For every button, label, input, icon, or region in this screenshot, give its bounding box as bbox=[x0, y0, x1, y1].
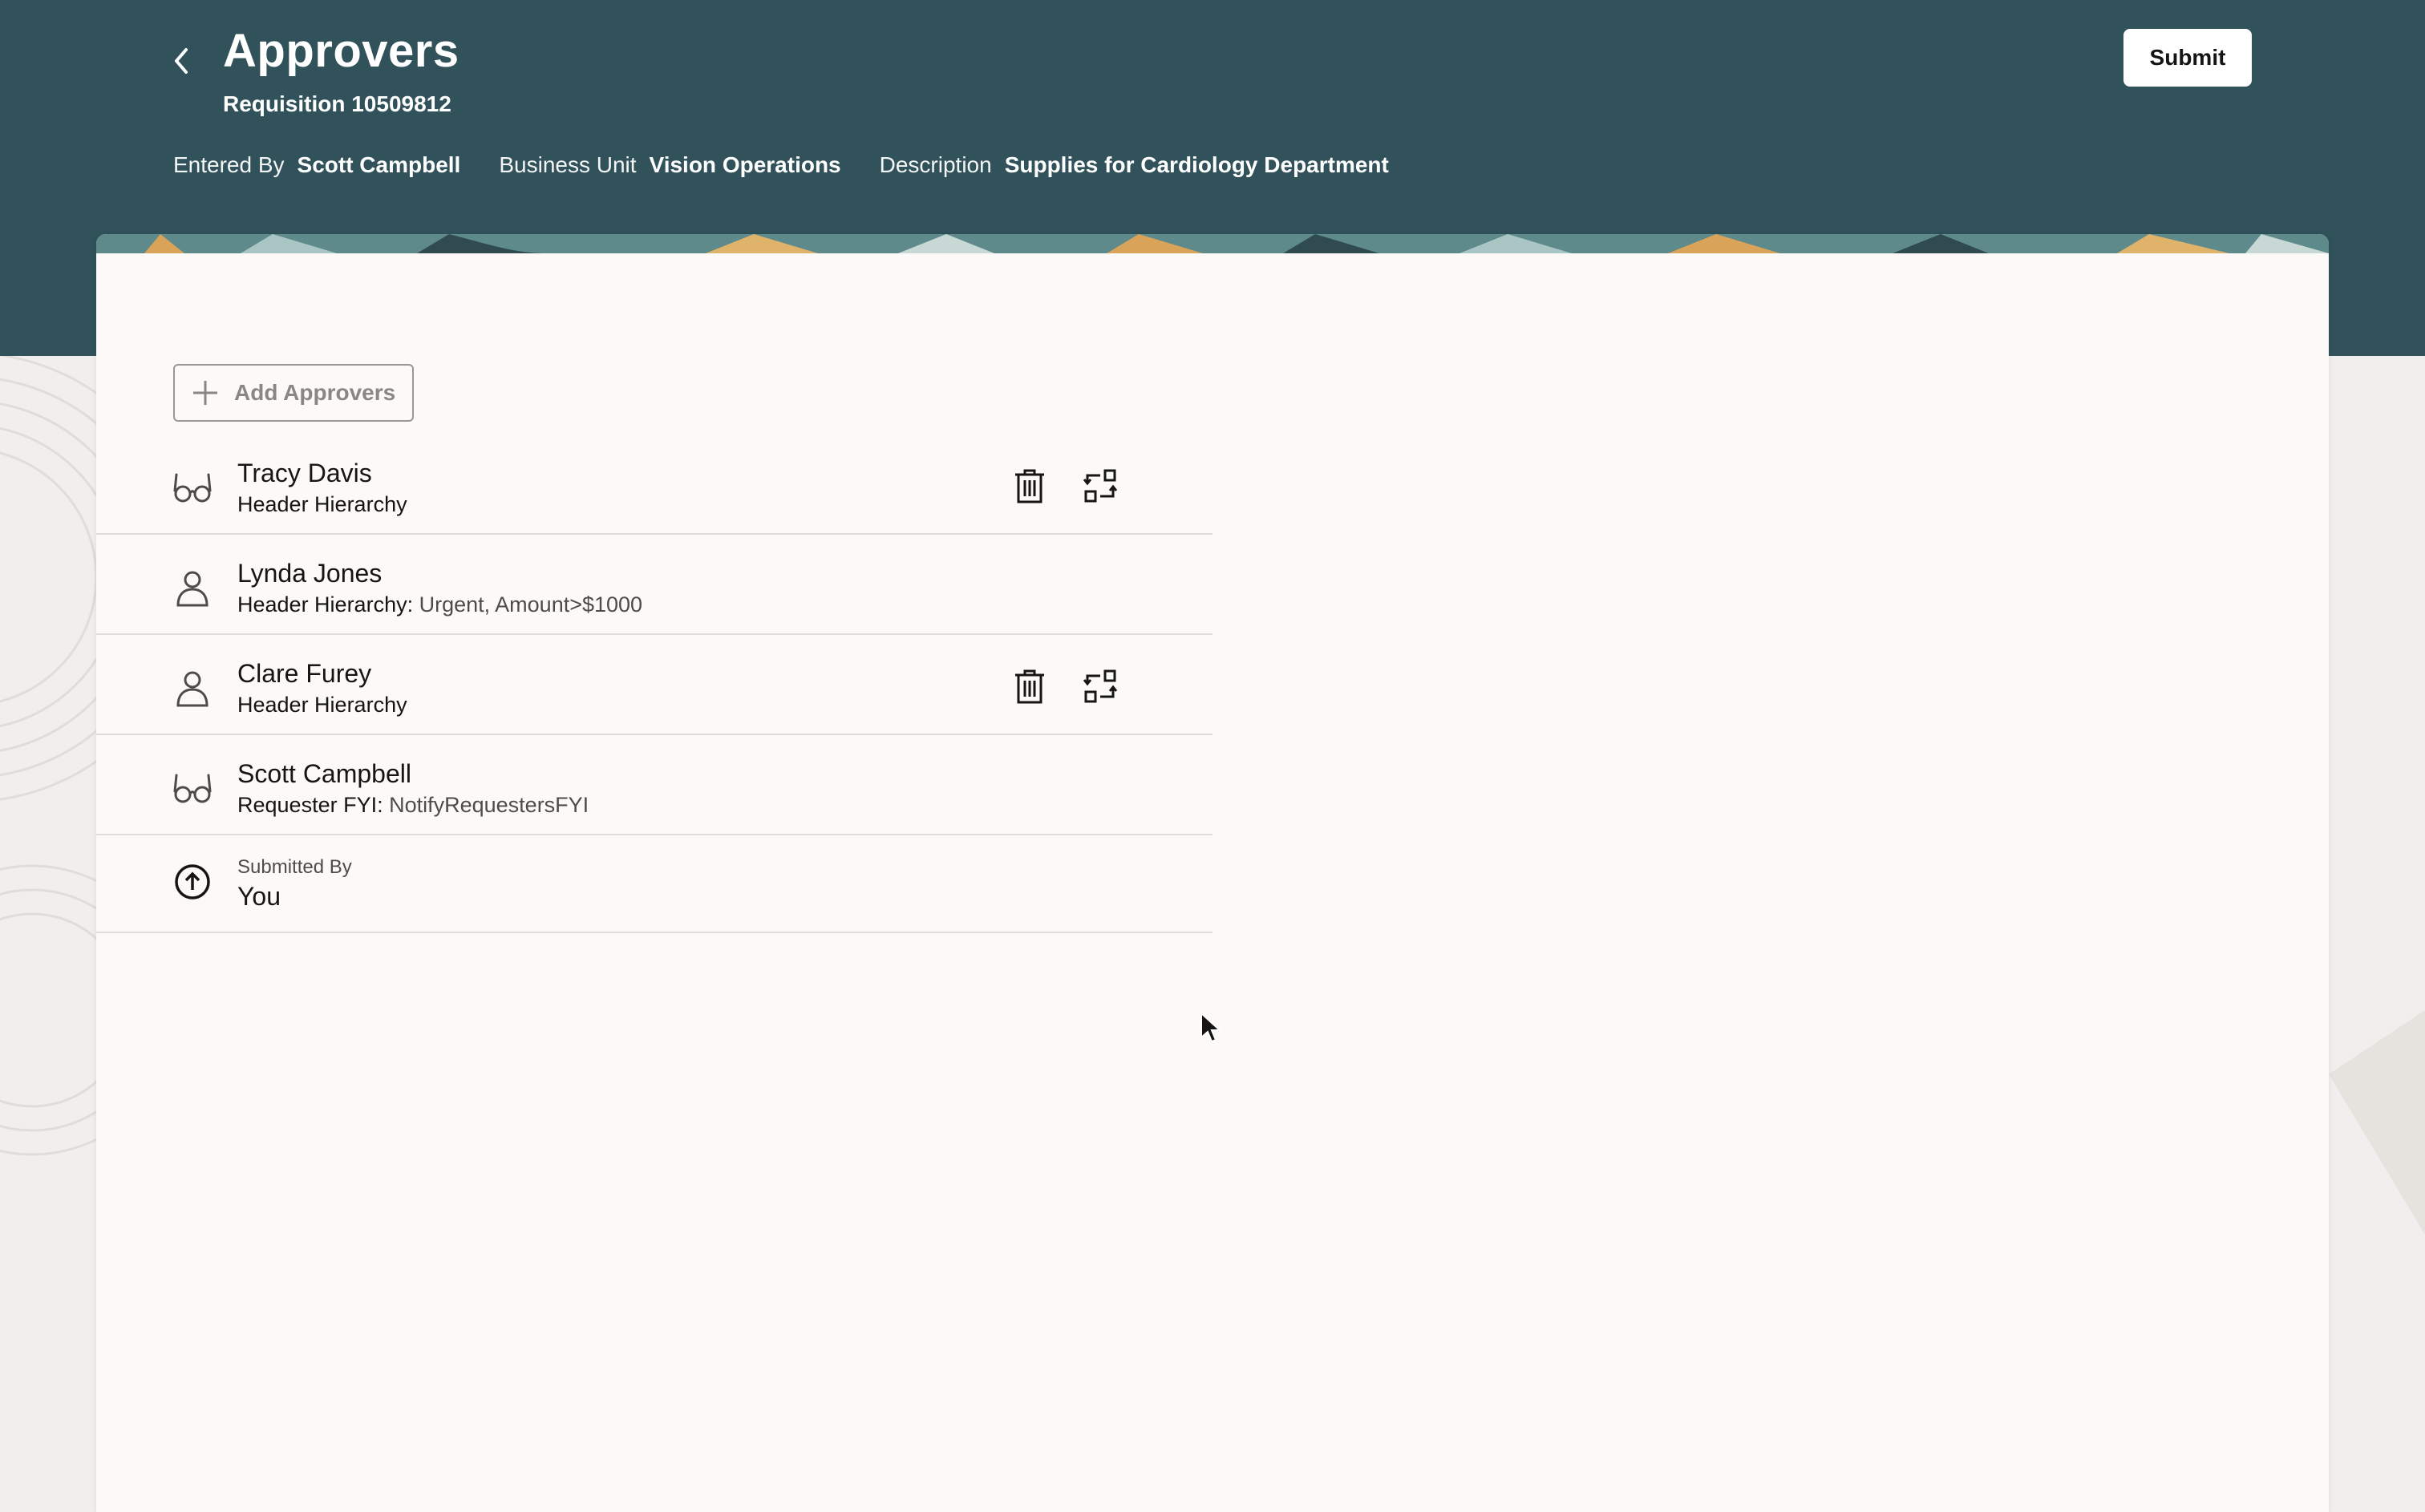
meta-label: Business Unit bbox=[499, 152, 637, 177]
meta-business-unit: Business Unit Vision Operations bbox=[499, 152, 840, 178]
person-icon bbox=[176, 571, 208, 607]
approver-source: Header Hierarchy: Urgent, Amount>$1000 bbox=[237, 592, 642, 617]
add-approvers-button[interactable]: Add Approvers bbox=[173, 364, 414, 422]
back-button[interactable] bbox=[157, 37, 205, 85]
submitted-by-value: You bbox=[237, 882, 281, 911]
trash-icon bbox=[1015, 669, 1044, 704]
approver-row: Tracy Davis Header Hierarchy bbox=[96, 435, 1212, 535]
approver-row: Clare Furey Header Hierarchy bbox=[96, 635, 1212, 735]
approver-row: Lynda Jones Header Hierarchy: Urgent, Am… bbox=[96, 535, 1212, 635]
requisition-meta: Entered By Scott Campbell Business Unit … bbox=[173, 152, 1427, 178]
approver-row: Scott Campbell Requester FYI: NotifyRequ… bbox=[96, 735, 1212, 835]
approver-name: Lynda Jones bbox=[237, 559, 383, 588]
approver-name: Scott Campbell bbox=[237, 759, 411, 788]
approver-source-label: Header Hierarchy bbox=[237, 492, 407, 516]
page-subtitle: Requisition 10509812 bbox=[223, 91, 451, 116]
approver-source: Header Hierarchy bbox=[237, 492, 407, 517]
plus-icon bbox=[193, 381, 217, 405]
approver-source: Header Hierarchy bbox=[237, 693, 407, 718]
mouse-cursor-icon bbox=[1200, 1012, 1222, 1043]
submitted-by-label: Submitted By bbox=[237, 856, 352, 878]
approver-source-label: Header Hierarchy bbox=[237, 693, 407, 717]
approver-source-detail: NotifyRequestersFYI bbox=[389, 793, 589, 817]
approver-source-detail: Urgent, Amount>$1000 bbox=[419, 592, 643, 617]
meta-value: Vision Operations bbox=[649, 152, 841, 177]
approver-source-label: Requester FYI: bbox=[237, 793, 383, 817]
meta-entered-by: Entered By Scott Campbell bbox=[173, 152, 460, 178]
delete-approver-button[interactable] bbox=[1006, 662, 1054, 710]
page-title: Approvers bbox=[223, 25, 459, 77]
submit-button[interactable]: Submit bbox=[2123, 29, 2252, 87]
glasses-icon bbox=[173, 774, 212, 803]
approver-name: Tracy Davis bbox=[237, 459, 372, 487]
swap-icon bbox=[1083, 669, 1118, 703]
reassign-approver-button[interactable] bbox=[1076, 462, 1124, 510]
arrow-up-circle-icon bbox=[175, 864, 210, 900]
meta-label: Entered By bbox=[173, 152, 285, 177]
chevron-left-icon bbox=[175, 48, 188, 74]
approver-list: Tracy Davis Header Hierarchy Lynda Jones… bbox=[96, 435, 1212, 933]
glasses-icon bbox=[173, 473, 212, 503]
approvers-card: Add Approvers Tracy Davis Header Hierarc… bbox=[96, 234, 2329, 1512]
meta-description: Description Supplies for Cardiology Depa… bbox=[880, 152, 1389, 178]
meta-value: Scott Campbell bbox=[297, 152, 461, 177]
trash-icon bbox=[1015, 469, 1044, 503]
add-approvers-label: Add Approvers bbox=[234, 380, 396, 405]
submitted-by-row: Submitted By You bbox=[96, 835, 1212, 933]
reassign-approver-button[interactable] bbox=[1076, 662, 1124, 710]
approver-source-label: Header Hierarchy: bbox=[237, 592, 414, 617]
card-banner-pattern bbox=[96, 234, 2329, 253]
meta-label: Description bbox=[879, 152, 992, 177]
swap-icon bbox=[1083, 469, 1118, 503]
meta-value: Supplies for Cardiology Department bbox=[1004, 152, 1389, 177]
approver-source: Requester FYI: NotifyRequestersFYI bbox=[237, 793, 589, 818]
delete-approver-button[interactable] bbox=[1006, 462, 1054, 510]
approver-name: Clare Furey bbox=[237, 659, 372, 688]
person-icon bbox=[176, 671, 208, 707]
